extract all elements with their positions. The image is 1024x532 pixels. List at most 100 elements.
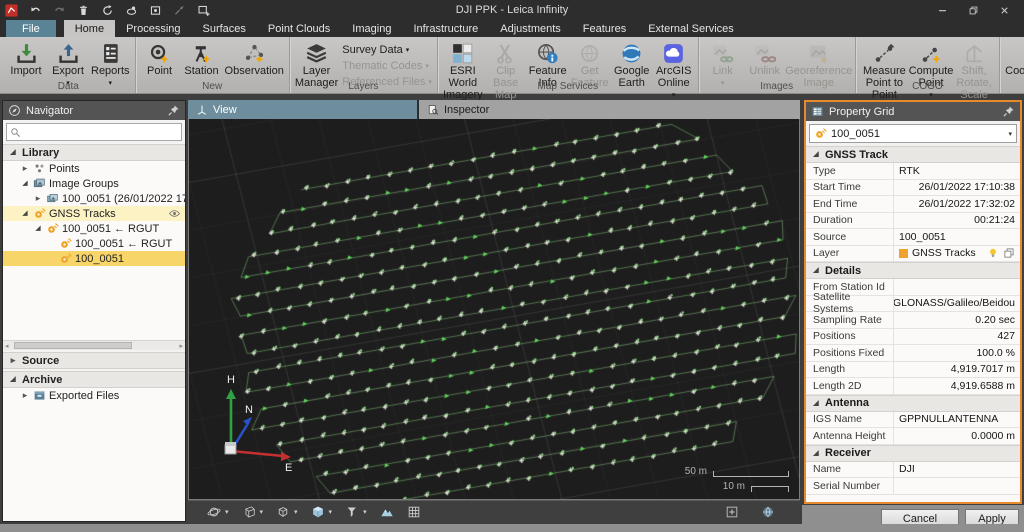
- property-row-source[interactable]: Source100_0051: [806, 229, 1020, 246]
- filter-button[interactable]: [342, 504, 370, 520]
- tree-item-points[interactable]: Points: [3, 161, 185, 176]
- delete-icon[interactable]: [77, 4, 90, 17]
- ribbon-tab-imaging[interactable]: Imaging: [341, 20, 402, 37]
- property-row-serial-number[interactable]: Serial Number: [806, 478, 1020, 495]
- horizontal-scrollbar[interactable]: ◂▸: [3, 340, 185, 350]
- viewport-3d[interactable]: H N E 50 m 10 m: [188, 119, 800, 500]
- survey-data-toggle[interactable]: Survey Data: [342, 44, 432, 56]
- minimize-icon[interactable]: [937, 5, 948, 16]
- eye-icon[interactable]: [168, 207, 181, 220]
- measure-point-to-point-button[interactable]: Measure Point to Point: [859, 39, 910, 103]
- tree-item-exported-files[interactable]: Exported Files: [3, 388, 185, 403]
- copy-icon[interactable]: [1003, 247, 1015, 259]
- new-point-button[interactable]: Point: [139, 39, 181, 79]
- collapsed-icon[interactable]: [20, 391, 30, 400]
- mountain-button[interactable]: [377, 504, 397, 520]
- tree-item-100-0051-rgut[interactable]: 100_0051 ← RGUT: [3, 236, 185, 251]
- property-row-length[interactable]: Length4,919.7017 m: [806, 362, 1020, 379]
- collapsed-icon[interactable]: [33, 194, 43, 203]
- property-row-satellite-systems[interactable]: Satellite SystemsGPS/GLONASS/Galileo/Bei…: [806, 296, 1020, 313]
- shift-rotate-scale-button[interactable]: Shift, Rotate, Scale: [952, 39, 996, 103]
- thematic-codes-toggle[interactable]: Thematic Codes: [342, 60, 432, 72]
- section-archive[interactable]: Archive: [3, 371, 185, 388]
- ribbon-tab-surfaces[interactable]: Surfaces: [192, 20, 257, 37]
- expanded-icon[interactable]: [20, 210, 30, 217]
- ribbon-tab-home[interactable]: Home: [64, 20, 115, 37]
- property-section-receiver[interactable]: Receiver: [806, 445, 1020, 462]
- new-station-button[interactable]: Station: [181, 39, 223, 79]
- collapsed-icon[interactable]: [20, 164, 30, 173]
- section-library[interactable]: Library: [3, 144, 185, 161]
- property-row-positions-fixed[interactable]: Positions Fixed100.0 %: [806, 345, 1020, 362]
- property-row-layer[interactable]: LayerGNSS Tracks: [806, 246, 1020, 263]
- ribbon-tab-features[interactable]: Features: [572, 20, 637, 37]
- refresh-icon[interactable]: [101, 4, 114, 17]
- compute-point-button[interactable]: Compute Point: [910, 39, 952, 103]
- tree-item-100-0051-26-01-2022-17-10-38[interactable]: 100_0051 (26/01/2022 17:10:38): [3, 191, 185, 206]
- close-icon[interactable]: [999, 5, 1010, 16]
- ribbon-tab-adjustments[interactable]: Adjustments: [489, 20, 572, 37]
- globe-button[interactable]: [758, 504, 778, 520]
- ribbon-tab-file[interactable]: File: [6, 20, 56, 37]
- blue-cube-button[interactable]: [308, 504, 336, 520]
- restore-icon[interactable]: [968, 5, 979, 16]
- bulb-icon[interactable]: [987, 247, 999, 259]
- import-button[interactable]: Import: [5, 39, 47, 79]
- property-row-antenna-height[interactable]: Antenna Height0.0000 m: [806, 428, 1020, 445]
- tree-item-100-0051-rgut[interactable]: 100_0051 ← RGUT: [3, 221, 185, 236]
- track-qat-icon[interactable]: [125, 4, 138, 17]
- pin-icon[interactable]: [1002, 105, 1015, 118]
- property-value-text: 4,919.6588 m: [951, 380, 1015, 392]
- wire-cube-button[interactable]: [239, 504, 267, 520]
- new-observation-button[interactable]: Observation: [223, 39, 286, 79]
- property-row-duration[interactable]: Duration00:21:24: [806, 213, 1020, 230]
- ribbon-tab-point-clouds[interactable]: Point Clouds: [257, 20, 341, 37]
- archive-qat-icon[interactable]: [149, 4, 162, 17]
- tab-inspector[interactable]: Inspector: [417, 100, 800, 119]
- property-row-igs-name[interactable]: IGS NameGPPNULLANTENNA: [806, 412, 1020, 429]
- tree-item-image-groups[interactable]: Image Groups: [3, 176, 185, 191]
- tree-item-gnss-tracks[interactable]: GNSS Tracks: [3, 206, 185, 221]
- expanded-icon[interactable]: [20, 180, 30, 187]
- view-panel: ViewInspector H N E 50 m 10 m: [188, 100, 800, 522]
- tools-qat-icon[interactable]: [173, 4, 186, 17]
- view-toolbar: [188, 500, 800, 522]
- property-row-type[interactable]: TypeRTK: [806, 163, 1020, 180]
- new-window-icon[interactable]: [197, 4, 210, 17]
- expanded-icon[interactable]: [33, 225, 43, 232]
- property-section-antenna[interactable]: Antenna: [806, 395, 1020, 412]
- property-value-icons: [987, 247, 1015, 259]
- orbit-button[interactable]: [204, 504, 232, 520]
- property-row-start-time[interactable]: Start Time26/01/2022 17:10:38: [806, 180, 1020, 197]
- property-row-end-time[interactable]: End Time26/01/2022 17:32:02: [806, 196, 1020, 213]
- plus-box-button[interactable]: [722, 504, 742, 520]
- scrollbar-thumb[interactable]: [14, 342, 132, 349]
- section-source[interactable]: Source: [3, 352, 185, 369]
- redo-icon[interactable]: [53, 4, 66, 17]
- track-selector-dropdown[interactable]: 100_0051: [809, 124, 1017, 143]
- property-row-name[interactable]: NameDJI: [806, 462, 1020, 479]
- coordinates-button[interactable]: Coordinates: [1003, 39, 1024, 91]
- property-row-sampling-rate[interactable]: Sampling Rate0.20 sec: [806, 312, 1020, 329]
- unlink-button[interactable]: Unlink: [744, 39, 786, 79]
- property-section-details[interactable]: Details: [806, 262, 1020, 279]
- property-label: Satellite Systems: [806, 296, 894, 312]
- collapse-icon: [811, 400, 821, 407]
- undo-icon[interactable]: [29, 4, 42, 17]
- grid-icon: [407, 505, 421, 519]
- ribbon-tab-external-services[interactable]: External Services: [637, 20, 745, 37]
- small-cube-button[interactable]: [273, 504, 301, 520]
- arcgis-online-button[interactable]: ArcGIS Online: [653, 39, 695, 103]
- property-section-gnss-track[interactable]: GNSS Track: [806, 146, 1020, 163]
- property-row-length-2d[interactable]: Length 2D4,919.6588 m: [806, 378, 1020, 395]
- pin-icon[interactable]: [167, 104, 180, 117]
- ribbon-tab-processing[interactable]: Processing: [115, 20, 191, 37]
- tree-item-100-0051[interactable]: 100_0051: [3, 251, 185, 266]
- clip-base-map-button[interactable]: Clip Base Map: [485, 39, 527, 103]
- tab-view[interactable]: View: [188, 100, 417, 119]
- search-input[interactable]: [25, 126, 178, 138]
- grid-button[interactable]: [404, 504, 424, 520]
- blue-cube-icon: [311, 505, 325, 519]
- property-row-positions[interactable]: Positions427: [806, 329, 1020, 346]
- ribbon-tab-infrastructure[interactable]: Infrastructure: [402, 20, 489, 37]
